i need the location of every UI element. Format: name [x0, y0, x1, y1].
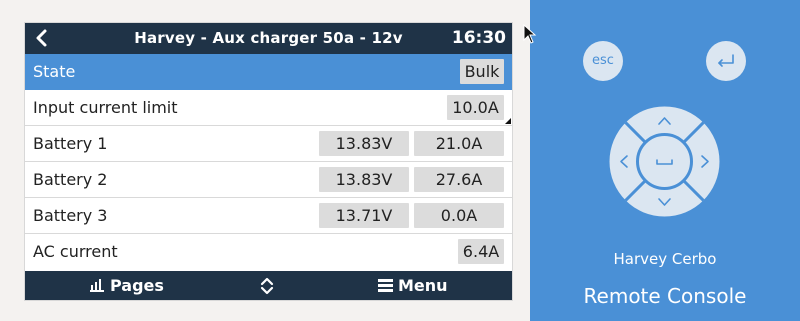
row-label: State	[33, 62, 76, 81]
chevron-up-icon	[658, 117, 671, 125]
battery-3-voltage: 13.71V	[319, 203, 409, 228]
hamburger-menu-icon	[378, 272, 393, 300]
row-battery-1[interactable]: Battery 1 13.83V 21.0A	[25, 126, 512, 162]
menu-label: Menu	[398, 276, 448, 295]
chevron-right-icon	[701, 155, 709, 168]
row-label: AC current	[33, 242, 118, 261]
space-bar-icon	[656, 159, 673, 165]
row-label: Input current limit	[33, 98, 178, 117]
ac-current-value: 6.4A	[458, 239, 504, 264]
up-button[interactable]	[649, 109, 680, 133]
row-battery-2[interactable]: Battery 2 13.83V 27.6A	[25, 162, 512, 198]
page-title: Harvey - Aux charger 50a - 12v	[134, 29, 403, 47]
row-label: Battery 1	[33, 134, 108, 153]
battery-1-voltage: 13.83V	[319, 131, 409, 156]
down-button[interactable]	[649, 190, 680, 214]
input-current-limit-value: 10.0A	[447, 95, 504, 120]
row-label: Battery 2	[33, 170, 108, 189]
state-value: Bulk	[460, 59, 504, 84]
chevron-left-icon	[620, 155, 628, 168]
row-label: Battery 3	[33, 206, 108, 225]
row-battery-3[interactable]: Battery 3 13.71V 0.0A	[25, 198, 512, 234]
device-screen: Harvey - Aux charger 50a - 12v 16:30 Sta…	[24, 22, 513, 301]
direction-pad	[608, 105, 721, 218]
enter-icon	[718, 54, 734, 67]
device-name: Harvey Cerbo	[613, 250, 717, 268]
remote-console-title: Remote Console	[583, 284, 747, 308]
esc-button[interactable]: esc	[583, 41, 623, 81]
space-button[interactable]	[642, 139, 687, 184]
up-down-chevron-icon[interactable]	[258, 277, 276, 295]
enter-button[interactable]	[706, 41, 746, 81]
battery-2-voltage: 13.83V	[319, 167, 409, 192]
edit-corner-icon	[505, 118, 511, 124]
mouse-pointer-icon	[523, 23, 537, 44]
left-button[interactable]	[612, 146, 636, 177]
console-frame: Harvey - Aux charger 50a - 12v 16:30 Sta…	[0, 0, 530, 321]
bar-chart-icon	[89, 272, 105, 300]
battery-3-current: 0.0A	[414, 203, 504, 228]
pages-button[interactable]: Pages	[89, 271, 164, 300]
menu-button[interactable]: Menu	[378, 271, 448, 300]
row-ac-current[interactable]: AC current 6.4A	[25, 234, 512, 269]
chevron-down-icon	[658, 198, 671, 206]
right-button[interactable]	[693, 146, 717, 177]
pages-label: Pages	[110, 276, 164, 295]
row-input-current-limit[interactable]: Input current limit 10.0A	[25, 90, 512, 126]
clock: 16:30	[451, 28, 506, 48]
footer-bar: Pages Menu	[25, 271, 512, 300]
title-bar: Harvey - Aux charger 50a - 12v 16:30	[25, 23, 512, 54]
battery-1-current: 21.0A	[414, 131, 504, 156]
row-state[interactable]: State Bulk	[25, 54, 512, 90]
remote-panel: esc Harvey Cerbo Remote Console	[530, 0, 800, 321]
battery-2-current: 27.6A	[414, 167, 504, 192]
